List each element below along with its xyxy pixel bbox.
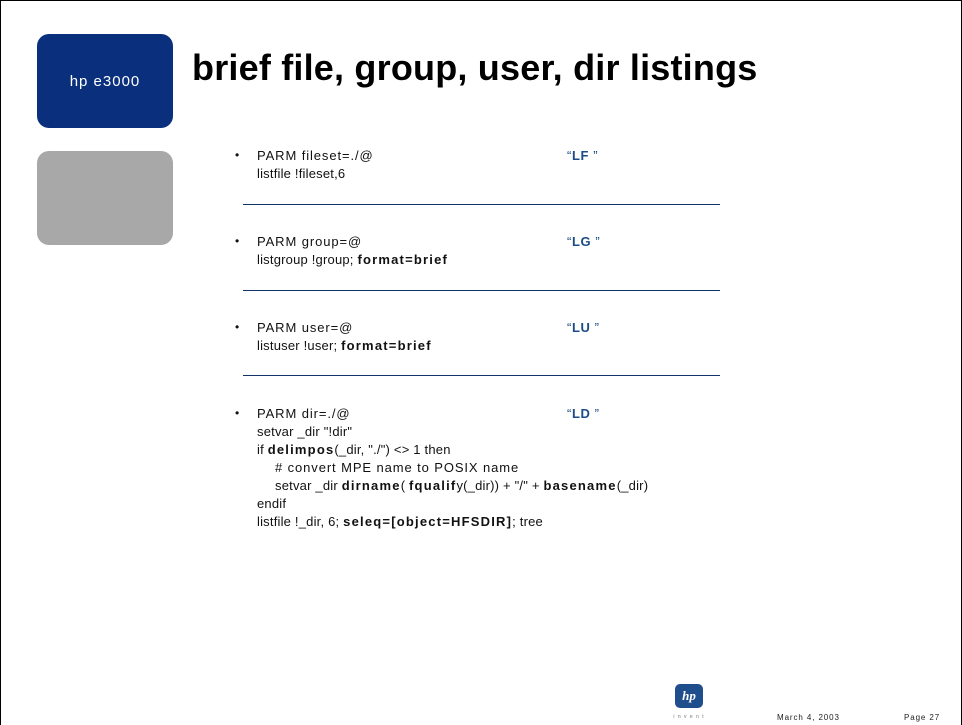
command-line: listuser !user; format=brief (257, 338, 432, 353)
grey-panel (37, 151, 173, 245)
separator-rule (243, 204, 720, 205)
code-line-setvar: setvar _dir "!dir" (257, 424, 353, 439)
bullet-icon: • (235, 406, 240, 420)
hp-logo: hp i n v e n t (671, 684, 707, 722)
brand-panel: hp e3000 (37, 34, 173, 128)
parm-line: PARM dir=./@ (257, 406, 351, 421)
shortcut-label: “LG ” (567, 234, 601, 249)
command-line: listgroup !group; format=brief (257, 252, 449, 267)
shortcut-label: “LF ” (567, 148, 599, 163)
shortcut-label: “LD ” (567, 406, 600, 421)
parm-line: PARM group=@ (257, 234, 363, 249)
hp-logo-icon: hp (675, 684, 703, 708)
slide: hp e3000 brief file, group, user, dir li… (0, 0, 962, 725)
separator-rule (243, 290, 720, 291)
brand-label: hp e3000 (69, 72, 141, 90)
shortcut-label: “LU ” (567, 320, 600, 335)
bullet-icon: • (235, 234, 240, 248)
command-line: listfile !fileset,6 (257, 166, 346, 181)
bullet-icon: • (235, 148, 240, 162)
code-line-setvar-dirname: setvar _dir dirname( fqualify(_dir)) + "… (275, 478, 649, 493)
slide-title: brief file, group, user, dir listings (192, 47, 758, 88)
code-line-endif: endif (257, 496, 287, 511)
code-line-comment: # convert MPE name to POSIX name (275, 460, 520, 475)
code-line-if: if delimpos(_dir, "./") <> 1 then (257, 442, 451, 457)
footer-date: March 4, 2003 (777, 713, 840, 722)
parm-line: PARM fileset=./@ (257, 148, 374, 163)
page-number: Page 27 (904, 713, 941, 722)
separator-rule (243, 375, 720, 376)
parm-line: PARM user=@ (257, 320, 354, 335)
bullet-icon: • (235, 320, 240, 334)
code-line-listfile: listfile !_dir, 6; seleq=[object=HFSDIR]… (257, 514, 543, 529)
logo-tagline: i n v e n t (673, 714, 705, 720)
